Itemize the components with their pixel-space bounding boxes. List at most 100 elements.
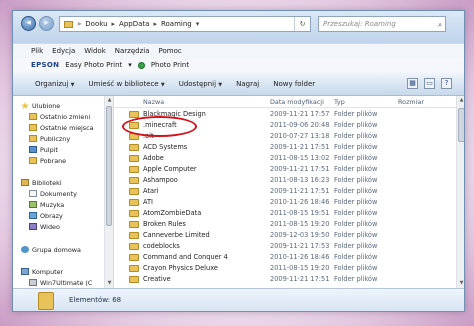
nav-recent[interactable]: Ostatnio zmieni (29, 111, 90, 122)
folder-icon (129, 188, 139, 195)
column-date[interactable]: Data modyfikacji (270, 98, 324, 106)
nav-documents[interactable]: Dokumenty (29, 188, 77, 199)
back-button[interactable]: ◂ (21, 16, 36, 31)
file-name: Broken Rules (143, 220, 186, 228)
file-type: Folder plików (334, 198, 378, 206)
file-type: Folder plików (334, 143, 378, 151)
nav-pictures[interactable]: Obrazy (29, 210, 63, 221)
column-type[interactable]: Typ (334, 98, 345, 106)
list-item[interactable]: Crayon Physics Deluxe 2011-08-15 19:20 Fol… (114, 263, 456, 274)
new-folder-button[interactable]: Nowy folder (273, 80, 315, 88)
folder-icon (129, 265, 139, 272)
nav-label: Win7Ultimate (C (40, 278, 93, 287)
computer-icon (21, 268, 29, 275)
file-date: 2011-08-13 16:23 (270, 176, 330, 184)
file-name: ACD Systems (143, 143, 188, 151)
organize-button[interactable]: Organizuj ▼ (35, 80, 75, 88)
search-input[interactable]: Przeszukaj: Roaming ⌕ (318, 16, 446, 32)
folder-icon (129, 243, 139, 250)
chevron-down-icon[interactable]: ▾ (128, 61, 132, 69)
column-headers: Nazwa Data modyfikacji Typ Rozmiar (114, 96, 456, 108)
nav-drive-c[interactable]: Win7Ultimate (C (29, 277, 92, 288)
folder-icon (129, 221, 139, 228)
address-bar[interactable]: » Dooku ▸ AppData ▸ Roaming ▾ ↻ (59, 16, 311, 32)
nav-label: Obrazy (40, 211, 63, 220)
scroll-thumb[interactable] (458, 108, 464, 142)
burn-button[interactable]: Nagraj (236, 80, 259, 88)
menu-edit[interactable]: Edycja (52, 47, 75, 55)
list-item[interactable]: Apple Computer 2009-11-21 17:51 Folder pli… (114, 164, 456, 175)
list-item[interactable]: Canneverbe Limited 2009-12-03 19:50 Folder… (114, 230, 456, 241)
file-name: ATI (143, 198, 153, 206)
chevron-down-icon[interactable]: ▾ (196, 20, 200, 28)
include-in-library-button[interactable]: Umieść w bibliotece ▼ (89, 80, 165, 88)
epson-toolbar: EPSON Easy Photo Print ▾ Photo Print (13, 58, 464, 72)
column-name[interactable]: Nazwa (143, 98, 164, 106)
share-label: Udostępnij (178, 79, 217, 88)
refresh-icon[interactable]: ↻ (294, 17, 310, 31)
list-item[interactable]: Creative 2009-11-21 17:51 Folder plików (114, 274, 456, 285)
file-type: Folder plików (334, 231, 378, 239)
nav-label: Biblioteki (32, 178, 62, 187)
list-item[interactable]: Broken Rules 2011-08-15 19:20 Folder plikó… (114, 219, 456, 230)
nav-label: Publiczny (40, 134, 71, 143)
nav-music[interactable]: Muzyka (29, 199, 64, 210)
homegroup-icon (21, 246, 29, 253)
list-item[interactable]: Atari 2009-11-21 17:51 Folder plików (114, 186, 456, 197)
easy-photo-print-button[interactable]: Easy Photo Print (65, 61, 122, 69)
scroll-down-icon[interactable]: ▼ (457, 279, 464, 288)
scroll-down-icon[interactable]: ▼ (105, 279, 114, 288)
nav-favorites[interactable]: Ulubione (21, 100, 60, 111)
file-date: 2011-09-06 20:48 (270, 121, 330, 129)
folder-icon (29, 135, 37, 142)
share-button[interactable]: Udostępnij ▼ (179, 80, 222, 88)
breadcrumb-dooku[interactable]: Dooku (85, 20, 107, 28)
list-item[interactable]: Adobe 2011-08-15 13:02 Folder plików (114, 153, 456, 164)
menu-view[interactable]: Widok (84, 47, 106, 55)
search-icon[interactable]: ⌕ (438, 18, 442, 32)
photo-print-icon (137, 61, 145, 69)
file-type: Folder plików (334, 275, 378, 283)
menu-file[interactable]: Plik (31, 47, 43, 55)
file-type: Folder plików (334, 264, 378, 272)
scroll-up-icon[interactable]: ▲ (105, 96, 114, 105)
view-options-icon[interactable]: ▦ (407, 78, 418, 89)
nav-videos[interactable]: Wideo (29, 221, 60, 232)
list-item[interactable]: codeblocks 2009-11-21 17:53 Folder plików (114, 241, 456, 252)
desktop-icon (29, 146, 37, 153)
breadcrumb-roaming[interactable]: Roaming (161, 20, 192, 28)
nav-downloads[interactable]: Pobrane (29, 155, 66, 166)
list-item[interactable]: ATI 2010-11-26 18:46 Folder plików (114, 197, 456, 208)
nav-computer[interactable]: Komputer (21, 266, 63, 277)
nav-desktop[interactable]: Pulpit (29, 144, 58, 155)
list-item[interactable]: AtomZombieData 2011-08-15 19:51 Folder pli… (114, 208, 456, 219)
nav-scrollbar[interactable]: ▲ ▼ (104, 96, 113, 288)
forward-button[interactable]: ▸ (39, 16, 54, 31)
menu-help[interactable]: Pomoc (159, 47, 182, 55)
nav-libraries[interactable]: Biblioteki (21, 177, 62, 188)
scroll-thumb[interactable] (106, 106, 112, 226)
folder-icon (129, 254, 139, 261)
chevron-down-icon: ▼ (70, 81, 75, 88)
videos-icon (29, 223, 37, 230)
preview-pane-icon[interactable]: ▭ (424, 78, 435, 89)
file-list-scrollbar[interactable]: ▲ ▼ (456, 96, 464, 288)
search-placeholder: Przeszukaj: Roaming (323, 20, 396, 28)
file-name: Crayon Physics Deluxe (143, 264, 218, 272)
file-type: Folder plików (334, 187, 378, 195)
scroll-up-icon[interactable]: ▲ (457, 96, 464, 105)
list-item[interactable]: ACD Systems 2009-11-21 17:51 Folder plików (114, 142, 456, 153)
nav-recent-places[interactable]: Ostatnie miejsca (29, 122, 94, 133)
nav-public[interactable]: Publiczny (29, 133, 70, 144)
list-item[interactable]: Ashampoo 2011-08-13 16:23 Folder plików (114, 175, 456, 186)
help-icon[interactable]: ? (441, 78, 452, 89)
folder-icon (29, 157, 37, 164)
list-item[interactable]: Command and Conquer 4 2010-11-26 18:46 Fol… (114, 252, 456, 263)
column-size[interactable]: Rozmiar (398, 98, 424, 106)
file-date: 2010-11-26 18:46 (270, 198, 330, 206)
breadcrumb-appdata[interactable]: AppData (119, 20, 149, 28)
photo-print-button[interactable]: Photo Print (151, 61, 189, 69)
menu-tools[interactable]: Narzędzia (115, 47, 150, 55)
nav-homegroup[interactable]: Grupa domowa (21, 244, 81, 255)
file-name: Atari (143, 187, 159, 195)
